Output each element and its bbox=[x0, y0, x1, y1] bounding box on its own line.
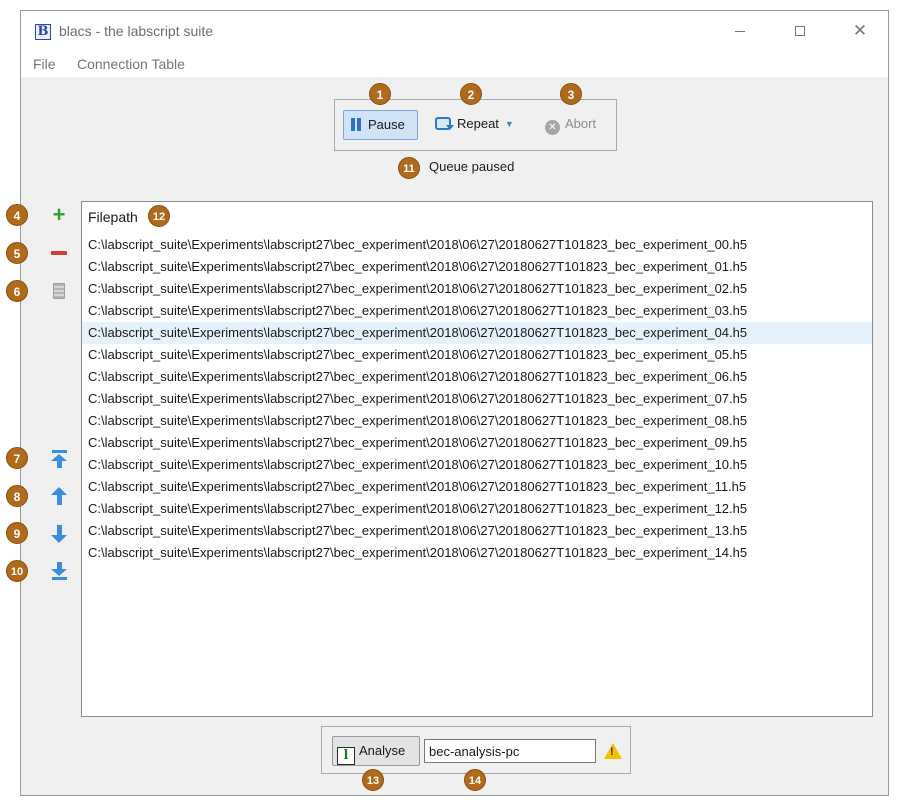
column-header-filepath[interactable]: Filepath bbox=[88, 209, 138, 225]
shot-queue-list[interactable]: Filepath C:\labscript_suite\Experiments\… bbox=[81, 201, 873, 717]
repeat-button[interactable]: Repeat ▼ bbox=[431, 110, 527, 140]
callout-badge-1: 1 bbox=[369, 83, 391, 105]
pause-icon bbox=[350, 118, 362, 131]
callout-badge-2: 2 bbox=[460, 83, 482, 105]
abort-icon: ✕ bbox=[545, 120, 560, 135]
minus-icon bbox=[51, 251, 67, 255]
analysis-icon: l bbox=[337, 747, 355, 765]
queue-controls: Pause Repeat ▼ ✕ Abort bbox=[334, 99, 617, 151]
clear-queue-button[interactable] bbox=[47, 279, 71, 303]
chevron-down-icon[interactable]: ▼ bbox=[505, 110, 514, 138]
queue-status: Queue paused bbox=[429, 159, 515, 174]
callout-badge-11: 11 bbox=[398, 157, 420, 179]
callout-badge-14: 14 bbox=[464, 769, 486, 791]
callout-badge-13: 13 bbox=[362, 769, 384, 791]
title-bar: B blacs - the labscript suite ✕ bbox=[21, 11, 888, 51]
callout-badge-4: 4 bbox=[6, 204, 28, 226]
callout-badge-9: 9 bbox=[6, 522, 28, 544]
arrow-up-icon bbox=[51, 487, 67, 505]
close-icon: ✕ bbox=[852, 21, 868, 40]
abort-label: Abort bbox=[565, 116, 597, 131]
remove-shot-button[interactable] bbox=[47, 241, 71, 265]
list-item-selected[interactable]: C:\labscript_suite\Experiments\labscript… bbox=[82, 322, 872, 344]
list-item[interactable]: C:\labscript_suite\Experiments\labscript… bbox=[82, 234, 872, 256]
warning-icon: ! bbox=[604, 743, 622, 759]
close-button[interactable]: ✕ bbox=[837, 19, 883, 43]
pause-label: Pause bbox=[368, 117, 405, 132]
move-down-button[interactable] bbox=[47, 522, 71, 546]
queue-rows: C:\labscript_suite\Experiments\labscript… bbox=[82, 234, 872, 564]
abort-button[interactable]: ✕ Abort bbox=[541, 110, 611, 140]
move-to-bottom-button[interactable] bbox=[47, 559, 71, 583]
app-icon: B bbox=[35, 24, 51, 40]
list-item[interactable]: C:\labscript_suite\Experiments\labscript… bbox=[82, 498, 872, 520]
main-window: B blacs - the labscript suite ✕ File Con… bbox=[20, 10, 889, 796]
move-to-bottom-icon bbox=[51, 562, 67, 580]
list-item[interactable]: C:\labscript_suite\Experiments\labscript… bbox=[82, 410, 872, 432]
maximize-button[interactable] bbox=[777, 19, 823, 43]
repeat-icon bbox=[435, 117, 454, 130]
callout-badge-12: 12 bbox=[148, 205, 170, 227]
callout-badge-3: 3 bbox=[560, 83, 582, 105]
pause-button[interactable]: Pause bbox=[343, 110, 418, 140]
repeat-label: Repeat bbox=[457, 116, 499, 131]
list-item[interactable]: C:\labscript_suite\Experiments\labscript… bbox=[82, 388, 872, 410]
analyse-label: Analyse bbox=[359, 743, 406, 758]
minimize-button[interactable] bbox=[717, 19, 763, 43]
arrow-down-icon bbox=[51, 525, 67, 543]
list-item[interactable]: C:\labscript_suite\Experiments\labscript… bbox=[82, 344, 872, 366]
menu-bar: File Connection Table bbox=[21, 51, 888, 77]
minimize-icon bbox=[735, 31, 745, 32]
plus-icon: + bbox=[52, 202, 66, 227]
menu-connection-table[interactable]: Connection Table bbox=[77, 56, 185, 72]
list-item[interactable]: C:\labscript_suite\Experiments\labscript… bbox=[82, 520, 872, 542]
callout-badge-7: 7 bbox=[6, 447, 28, 469]
menu-file[interactable]: File bbox=[33, 56, 56, 72]
list-item[interactable]: C:\labscript_suite\Experiments\labscript… bbox=[82, 454, 872, 476]
callout-badge-6: 6 bbox=[6, 280, 28, 302]
analyse-button[interactable]: l Analyse bbox=[332, 736, 420, 766]
clipboard-icon bbox=[53, 283, 65, 299]
list-item[interactable]: C:\labscript_suite\Experiments\labscript… bbox=[82, 542, 872, 564]
list-item[interactable]: C:\labscript_suite\Experiments\labscript… bbox=[82, 476, 872, 498]
move-to-top-icon bbox=[51, 450, 67, 468]
maximize-icon bbox=[795, 26, 805, 36]
window-title: blacs - the labscript suite bbox=[59, 23, 214, 39]
list-item[interactable]: C:\labscript_suite\Experiments\labscript… bbox=[82, 300, 872, 322]
callout-badge-5: 5 bbox=[6, 242, 28, 264]
list-item[interactable]: C:\labscript_suite\Experiments\labscript… bbox=[82, 256, 872, 278]
callout-badge-8: 8 bbox=[6, 485, 28, 507]
list-item[interactable]: C:\labscript_suite\Experiments\labscript… bbox=[82, 432, 872, 454]
analysis-host-input[interactable] bbox=[424, 739, 596, 763]
add-shot-button[interactable]: + bbox=[47, 204, 71, 228]
move-up-button[interactable] bbox=[47, 484, 71, 508]
list-item[interactable]: C:\labscript_suite\Experiments\labscript… bbox=[82, 278, 872, 300]
move-to-top-button[interactable] bbox=[47, 447, 71, 471]
list-item[interactable]: C:\labscript_suite\Experiments\labscript… bbox=[82, 366, 872, 388]
callout-badge-10: 10 bbox=[6, 560, 28, 582]
analysis-panel: l Analyse ! bbox=[321, 726, 631, 774]
